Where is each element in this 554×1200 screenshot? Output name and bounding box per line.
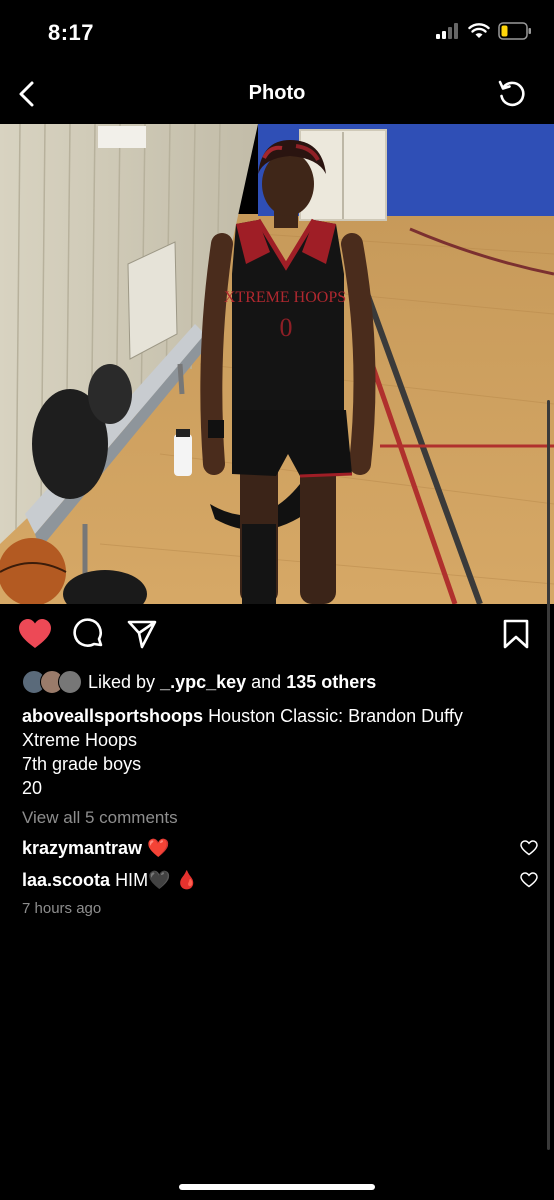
likes-prefix: Liked by	[88, 671, 156, 692]
status-time: 8:17	[48, 20, 95, 45]
likes-others[interactable]: 135 others	[286, 672, 376, 693]
signal-icon	[436, 23, 458, 39]
share-icon[interactable]	[126, 618, 158, 650]
refresh-icon[interactable]	[496, 78, 528, 110]
comment-text: HIM🖤 🩸	[115, 870, 198, 890]
comment-item: krazymantraw ❤️	[22, 838, 538, 859]
bookmark-icon[interactable]	[502, 618, 530, 650]
caption-line: 20	[22, 778, 43, 798]
comment-text: ❤️	[147, 838, 170, 858]
post-actions	[0, 618, 554, 654]
scroll-indicator[interactable]	[547, 400, 550, 1150]
comment-icon[interactable]	[73, 618, 105, 650]
page-title: Photo	[248, 82, 306, 104]
likes-summary[interactable]: Liked by _.ypc_key and 135 others	[22, 670, 376, 694]
avatar	[58, 670, 82, 694]
status-bar: 8:17	[0, 0, 554, 64]
caption-line: Houston Classic: Brandon Duffy	[208, 706, 463, 726]
liker-avatars	[22, 670, 82, 694]
comment-like-icon[interactable]	[520, 872, 538, 888]
comment-like-icon[interactable]	[520, 840, 538, 856]
photo-illustration: XTREME HOOPS 0	[0, 124, 554, 604]
comment-username[interactable]: krazymantraw	[22, 838, 142, 858]
jersey-number-text: 0	[280, 313, 293, 342]
home-indicator[interactable]	[179, 1184, 375, 1190]
comment-item: laa.scoota HIM🖤 🩸	[22, 870, 538, 891]
likes-joiner: and	[251, 671, 282, 692]
jersey-team-text: XTREME HOOPS	[224, 289, 346, 306]
likes-user[interactable]: _.ypc_key	[160, 672, 246, 693]
caption-username[interactable]: aboveallsportshoops	[22, 706, 203, 726]
post-timestamp: 7 hours ago	[22, 900, 102, 917]
caption-line: Xtreme Hoops	[22, 730, 138, 750]
nav-bar: Photo	[0, 64, 554, 124]
post-caption: aboveallsportshoops Houston Classic: Bra…	[22, 704, 532, 800]
view-all-comments-link[interactable]: View all 5 comments	[22, 808, 178, 828]
comment-username[interactable]: laa.scoota	[22, 870, 110, 890]
heart-filled-icon[interactable]	[18, 618, 52, 650]
wifi-icon	[468, 23, 490, 38]
status-icons	[436, 22, 532, 40]
caption-line: 7th grade boys	[22, 754, 142, 774]
battery-icon	[498, 22, 531, 40]
post-photo[interactable]: XTREME HOOPS 0	[0, 124, 554, 604]
